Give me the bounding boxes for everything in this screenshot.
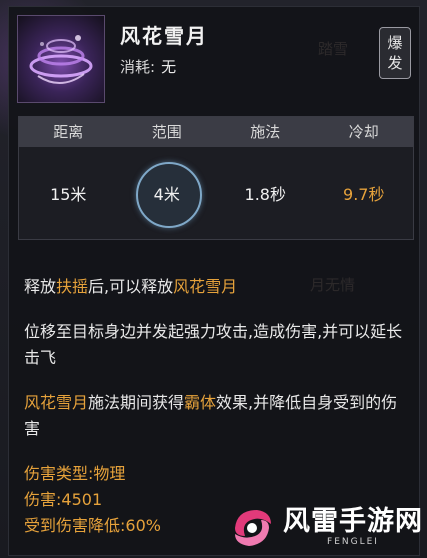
- burst-badge-char: 爆: [387, 34, 403, 52]
- attr-label: 伤害:: [24, 490, 62, 509]
- stat-cast-value: 1.8秒: [244, 185, 286, 204]
- skill-name: 风花雪月: [120, 24, 208, 48]
- burst-badge-char: 发: [387, 54, 403, 72]
- stat-cooldown-value: 9.7秒: [343, 185, 385, 204]
- cost-line: 消耗: 无: [120, 56, 176, 77]
- attr-label: 伤害类型:: [24, 464, 94, 483]
- fenglei-logo-icon: [235, 510, 271, 546]
- stat-range-value: 15米: [50, 185, 87, 204]
- skill-stats-table: 距离 范围 施法 冷却 15米 4米 1.8秒 9.7秒: [18, 116, 414, 240]
- background-text: 踏雪: [318, 40, 349, 58]
- stat-cast: 1.8秒: [216, 181, 315, 205]
- attr-value: 物理: [93, 464, 126, 483]
- attr-value: 60%: [125, 516, 161, 535]
- desc-highlight: 霸体: [184, 393, 217, 412]
- stat-header-cast: 施法: [250, 123, 281, 141]
- desc-para-2: 位移至目标身边并发起强力攻击,造成伤害,并可以延长击飞: [24, 322, 403, 367]
- stats-header-row: 距离 范围 施法 冷却: [19, 117, 413, 147]
- stat-header-area: 范围: [151, 123, 182, 141]
- desc-highlight: 风花雪月: [173, 277, 238, 296]
- cost-value: 无: [161, 58, 177, 76]
- desc-line-1: 释放扶摇后,可以释放风花雪月: [24, 274, 404, 300]
- stat-area-value: 4米: [153, 185, 180, 204]
- desc-highlight: 扶摇: [56, 277, 89, 296]
- logo-main-text: 风雷手游网: [283, 506, 423, 537]
- stat-header-cooldown: 冷却: [348, 123, 379, 141]
- stat-area: 4米: [118, 162, 217, 228]
- stats-value-row: 15米 4米 1.8秒 9.7秒: [19, 147, 413, 239]
- attr-value: 4501: [61, 490, 103, 509]
- desc-text: 释放: [24, 277, 57, 296]
- purple-swirl-skill-icon: [17, 15, 105, 103]
- attr-label: 受到伤害降低:: [24, 516, 126, 535]
- desc-para-3: 风花雪月施法期间获得霸体效果,并降低自身受到的伤害: [24, 390, 404, 442]
- desc-highlight: 风花雪月: [24, 393, 89, 412]
- cost-label: 消耗:: [120, 58, 156, 76]
- logo-text: 风雷手游网 FENGLEI: [283, 506, 423, 548]
- site-logo: 风雷手游网 FENGLEI: [227, 498, 423, 556]
- stat-range: 15米: [19, 181, 118, 205]
- logo-sub-text: FENGLEI: [327, 537, 379, 547]
- stat-header-range: 距离: [53, 123, 84, 141]
- desc-text: 施法期间获得: [88, 393, 185, 412]
- burst-badge: 爆 发: [379, 27, 411, 79]
- attr-damage-type: 伤害类型:物理: [24, 461, 404, 487]
- desc-text: 后,可以释放: [88, 277, 174, 296]
- stat-cooldown: 9.7秒: [315, 181, 414, 205]
